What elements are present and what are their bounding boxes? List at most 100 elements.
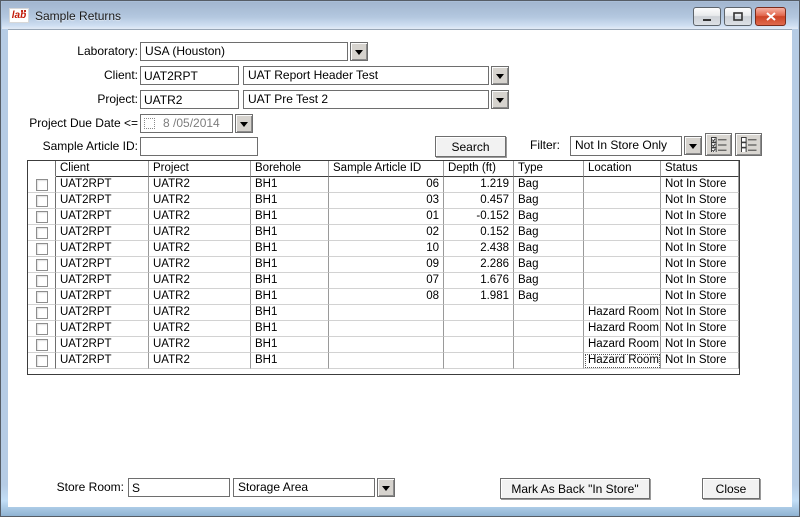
cell-borehole[interactable]: BH1 (251, 225, 329, 241)
cell-sample-article-id[interactable]: 08 (329, 289, 444, 305)
cell-borehole[interactable]: BH1 (251, 193, 329, 209)
cell-location[interactable] (584, 289, 661, 305)
row-checkbox[interactable] (35, 274, 48, 287)
cell-sample-article-id[interactable]: 07 (329, 273, 444, 289)
cell-sample-article-id[interactable] (329, 337, 444, 353)
cell-borehole[interactable]: BH1 (251, 209, 329, 225)
cell-project[interactable]: UATR2 (149, 353, 251, 369)
cell-borehole[interactable]: BH1 (251, 321, 329, 337)
project-code-input[interactable] (140, 90, 239, 109)
cell-project[interactable]: UATR2 (149, 337, 251, 353)
cell-client[interactable]: UAT2RPT (56, 209, 149, 225)
cell-project[interactable]: UATR2 (149, 225, 251, 241)
cell-borehole[interactable]: BH1 (251, 353, 329, 369)
cell-borehole[interactable]: BH1 (251, 241, 329, 257)
cell-client[interactable]: UAT2RPT (56, 241, 149, 257)
cell-depth[interactable]: 1.676 (444, 273, 514, 289)
cell-depth[interactable]: 1.219 (444, 177, 514, 193)
cell-project[interactable]: UATR2 (149, 273, 251, 289)
row-checkbox[interactable] (35, 194, 48, 207)
cell-location[interactable] (584, 209, 661, 225)
cell-depth[interactable]: -0.152 (444, 209, 514, 225)
cell-depth[interactable] (444, 353, 514, 369)
cell-type[interactable]: Bag (514, 241, 584, 257)
check-all-button[interactable] (705, 133, 732, 156)
row-checkbox[interactable] (35, 354, 48, 367)
cell-project[interactable]: UATR2 (149, 289, 251, 305)
cell-status[interactable]: Not In Store (661, 193, 739, 209)
cell-location[interactable] (584, 225, 661, 241)
cell-project[interactable]: UATR2 (149, 209, 251, 225)
close-window-button[interactable] (755, 7, 786, 26)
cell-type[interactable]: Bag (514, 177, 584, 193)
store-room-dropdown-arrow-icon[interactable] (377, 478, 395, 497)
cell-client[interactable]: UAT2RPT (56, 337, 149, 353)
cell-type[interactable]: Bag (514, 209, 584, 225)
cell-type[interactable] (514, 337, 584, 353)
cell-client[interactable]: UAT2RPT (56, 193, 149, 209)
cell-project[interactable]: UATR2 (149, 321, 251, 337)
cell-location[interactable]: Hazard Room (584, 337, 661, 353)
sample-article-id-input[interactable] (140, 137, 258, 156)
laboratory-dropdown-arrow-icon[interactable] (350, 42, 368, 61)
cell-depth[interactable]: 1.981 (444, 289, 514, 305)
cell-location[interactable]: Hazard Room (584, 321, 661, 337)
row-checkbox[interactable] (35, 306, 48, 319)
cell-depth[interactable]: 0.457 (444, 193, 514, 209)
row-checkbox[interactable] (35, 210, 48, 223)
cell-borehole[interactable]: BH1 (251, 305, 329, 321)
cell-status[interactable]: Not In Store (661, 321, 739, 337)
cell-project[interactable]: UATR2 (149, 241, 251, 257)
due-date-dropdown-arrow-icon[interactable] (235, 114, 253, 133)
filter-value[interactable]: Not In Store Only (570, 136, 682, 156)
cell-borehole[interactable]: BH1 (251, 289, 329, 305)
cell-status[interactable]: Not In Store (661, 257, 739, 273)
cell-client[interactable]: UAT2RPT (56, 257, 149, 273)
cell-location[interactable] (584, 257, 661, 273)
cell-client[interactable]: UAT2RPT (56, 289, 149, 305)
cell-sample-article-id[interactable] (329, 305, 444, 321)
cell-depth[interactable]: 2.438 (444, 241, 514, 257)
cell-status[interactable]: Not In Store (661, 241, 739, 257)
titlebar[interactable]: lab Sample Returns (2, 2, 798, 29)
cell-sample-article-id[interactable] (329, 353, 444, 369)
cell-status[interactable]: Not In Store (661, 305, 739, 321)
search-button[interactable]: Search (435, 136, 506, 157)
cell-type[interactable]: Bag (514, 289, 584, 305)
cell-depth[interactable]: 2.286 (444, 257, 514, 273)
cell-borehole[interactable]: BH1 (251, 257, 329, 273)
cell-status[interactable]: Not In Store (661, 209, 739, 225)
client-dropdown-arrow-icon[interactable] (491, 66, 509, 85)
minimize-button[interactable] (693, 7, 721, 26)
cell-location[interactable] (584, 177, 661, 193)
maximize-button[interactable] (724, 7, 752, 26)
cell-sample-article-id[interactable]: 06 (329, 177, 444, 193)
cell-borehole[interactable]: BH1 (251, 273, 329, 289)
row-checkbox[interactable] (35, 242, 48, 255)
project-dropdown-arrow-icon[interactable] (491, 90, 509, 109)
cell-status[interactable]: Not In Store (661, 225, 739, 241)
cell-sample-article-id[interactable] (329, 321, 444, 337)
laboratory-value[interactable]: USA (Houston) (140, 42, 348, 61)
cell-depth[interactable]: 0.152 (444, 225, 514, 241)
uncheck-all-button[interactable] (735, 133, 762, 156)
cell-client[interactable]: UAT2RPT (56, 353, 149, 369)
row-checkbox[interactable] (35, 178, 48, 191)
store-room-code-input[interactable] (128, 478, 230, 497)
cell-type[interactable]: Bag (514, 193, 584, 209)
client-name-value[interactable]: UAT Report Header Test (243, 66, 489, 85)
cell-sample-article-id[interactable]: 10 (329, 241, 444, 257)
cell-depth[interactable] (444, 321, 514, 337)
cell-status[interactable]: Not In Store (661, 289, 739, 305)
cell-project[interactable]: UATR2 (149, 193, 251, 209)
row-checkbox[interactable] (35, 338, 48, 351)
cell-location[interactable] (584, 193, 661, 209)
cell-location[interactable]: Hazard Room (584, 353, 661, 369)
close-button[interactable]: Close (702, 478, 760, 499)
cell-location[interactable] (584, 273, 661, 289)
cell-depth[interactable] (444, 305, 514, 321)
row-checkbox[interactable] (35, 290, 48, 303)
client-code-input[interactable] (140, 66, 239, 85)
cell-client[interactable]: UAT2RPT (56, 273, 149, 289)
cell-project[interactable]: UATR2 (149, 305, 251, 321)
